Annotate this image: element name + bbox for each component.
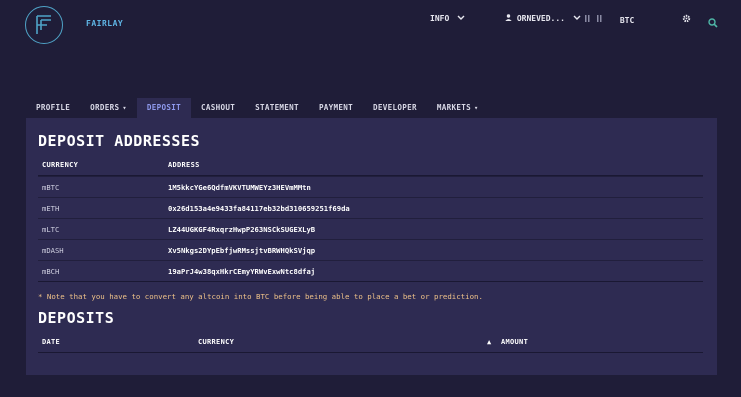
user-icon bbox=[505, 14, 517, 23]
row-currency: mLTC bbox=[42, 225, 60, 234]
deposits-title: DEPOSITS bbox=[38, 309, 115, 327]
deposit-panel: DEPOSIT ADDRESSES CURRENCY ADDRESS mBTC … bbox=[26, 118, 717, 375]
gear-icon[interactable] bbox=[682, 14, 691, 26]
divider bbox=[38, 281, 703, 282]
sort-ascending-icon[interactable]: ▲ bbox=[487, 338, 492, 346]
top-bar: FAIRLAY INFO ORNEVED... BTC bbox=[0, 0, 741, 44]
row-currency: mDASH bbox=[42, 246, 64, 255]
row-address[interactable]: Xv5Nkgs2DYpEbfjwRMssjtvBRWHQkSVjqp bbox=[168, 246, 315, 255]
tab-label: MARKETS bbox=[436, 103, 472, 112]
divider bbox=[38, 352, 703, 353]
logo-icon[interactable] bbox=[25, 6, 63, 44]
row-currency: mBCH bbox=[42, 267, 60, 276]
row-currency: mETH bbox=[42, 204, 60, 213]
altcoin-note: * Note that you have to convert any altc… bbox=[38, 292, 483, 301]
row-address[interactable]: 19aPrJ4w38qxHkrCEmyYRWvExwNtc8dfaj bbox=[168, 267, 315, 276]
brand-name[interactable]: FAIRLAY bbox=[86, 19, 123, 28]
row-address[interactable]: 0x26d153a4e9433fa84117eb32bd310659251f69… bbox=[168, 204, 350, 213]
column-header-currency[interactable]: CURRENCY bbox=[198, 338, 234, 346]
column-header-amount[interactable]: AMOUNT bbox=[501, 338, 528, 346]
tab-developer[interactable]: DEVELOPER bbox=[363, 98, 427, 118]
tab-label: CASHOUT bbox=[200, 103, 236, 112]
table-row: mETH 0x26d153a4e9433fa84117eb32bd3106592… bbox=[38, 197, 703, 218]
chevron-down-icon bbox=[457, 15, 465, 23]
tab-label: STATEMENT bbox=[255, 103, 299, 112]
tab-orders[interactable]: ORDERS ▾ bbox=[80, 98, 137, 118]
info-menu-label: INFO bbox=[430, 14, 450, 23]
caret-down-icon: ▾ bbox=[122, 104, 127, 112]
column-header-date[interactable]: DATE bbox=[42, 338, 60, 346]
balance-currency[interactable]: BTC bbox=[585, 14, 634, 25]
info-menu[interactable]: INFO bbox=[430, 14, 465, 23]
table-row: mBCH 19aPrJ4w38qxHkrCEmyYRWvExwNtc8dfaj bbox=[38, 260, 703, 281]
search-icon[interactable] bbox=[708, 13, 718, 32]
row-currency: mBTC bbox=[42, 183, 60, 192]
caret-down-icon: ▾ bbox=[474, 104, 479, 112]
wallet-icon bbox=[585, 15, 612, 25]
tab-label: PAYMENT bbox=[318, 103, 354, 112]
user-menu[interactable]: ORNEVED... bbox=[505, 14, 581, 23]
tab-label: PROFILE bbox=[36, 103, 71, 112]
currency-label: BTC bbox=[619, 16, 635, 25]
tab-statement[interactable]: STATEMENT bbox=[245, 98, 309, 118]
tab-payment[interactable]: PAYMENT bbox=[309, 98, 363, 118]
tab-profile[interactable]: PROFILE bbox=[26, 98, 80, 118]
tab-markets[interactable]: MARKETS ▾ bbox=[427, 98, 489, 118]
tab-label: DEVELOPER bbox=[373, 103, 417, 112]
table-row: mBTC 1M5kkcYGe6QdfmVKVTUMWEYz3HEVmMMtn bbox=[38, 176, 703, 197]
deposit-addresses-title: DEPOSIT ADDRESSES bbox=[38, 132, 201, 150]
row-address[interactable]: 1M5kkcYGe6QdfmVKVTUMWEYz3HEVmMMtn bbox=[168, 183, 311, 192]
row-address[interactable]: LZ44UGKGF4RxqrzHwpP263NSCkSUGEXLyB bbox=[168, 225, 315, 234]
tab-label: DEPOSIT bbox=[146, 103, 181, 112]
user-menu-label: ORNEVED... bbox=[516, 14, 565, 23]
table-row: mDASH Xv5Nkgs2DYpEbfjwRMssjtvBRWHQkSVjqp bbox=[38, 239, 703, 260]
account-tabs: PROFILE ORDERS ▾ DEPOSIT CASHOUT STATEMEN… bbox=[26, 98, 489, 118]
tab-deposit[interactable]: DEPOSIT bbox=[136, 98, 191, 118]
column-header-currency: CURRENCY bbox=[42, 161, 79, 169]
tab-cashout[interactable]: CASHOUT bbox=[191, 98, 245, 118]
tab-label: ORDERS bbox=[90, 103, 120, 112]
column-header-address: ADDRESS bbox=[168, 161, 200, 169]
table-row: mLTC LZ44UGKGF4RxqrzHwpP263NSCkSUGEXLyB bbox=[38, 218, 703, 239]
chevron-down-icon bbox=[573, 15, 581, 23]
